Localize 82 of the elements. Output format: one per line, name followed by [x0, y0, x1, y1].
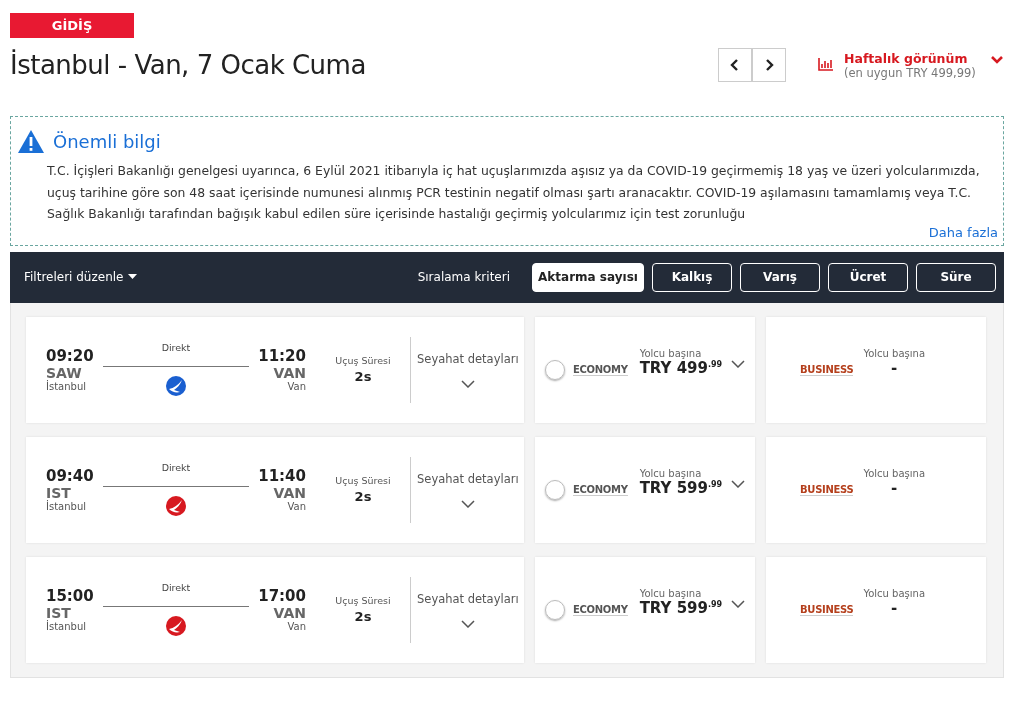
departure-city: İstanbul [46, 501, 87, 512]
arrival-code: VAN [273, 485, 306, 501]
per-passenger-label: Yolcu başına [639, 348, 703, 359]
chevron-down-icon[interactable] [731, 599, 745, 608]
economy-label: ECONOMY [573, 363, 628, 376]
fare-price: - [891, 479, 898, 497]
sort-tab[interactable]: Aktarma sayısı [532, 262, 644, 292]
departure-time: 15:00 [46, 587, 95, 605]
previous-button[interactable] [718, 48, 752, 82]
business-label: BUSINESS [800, 603, 854, 616]
weekly-view-toggle[interactable]: Haftalık görünüm [844, 50, 990, 66]
chevron-down-icon [460, 379, 475, 388]
per-passenger-label: Yolcu başına [639, 468, 703, 479]
sort-tab[interactable]: Ücret [828, 262, 908, 292]
travel-details-toggle[interactable]: Seyahat detayları [417, 351, 519, 388]
departure-code: IST [46, 485, 71, 501]
arrival-city: Van [287, 621, 306, 632]
arrival-time: 17:00 [258, 587, 306, 605]
departure-time: 09:40 [46, 467, 95, 485]
cheapest-price-note: (en uygun TRY 499,99) [844, 65, 977, 80]
chevron-down-icon[interactable] [990, 54, 1004, 65]
business-label: BUSINESS [800, 363, 854, 376]
notice-text: T.C. İçişleri Bakanlığı genelgesi uyarınca, 6 Eylül 2021 itibarıyla iç hat uçuşlarımızda aşısız ya da COVID-19 geçirmemiş 18 yaş ve üzeri yolcularımızda, uçuş tarihine göre son 48 saat içerisinde numunesi alınmış PCR testinin negatif olması şartı aranacaktır. COVID-19 aşılamasını tamamlamış veya T.C. Sağlık Bakanlığı tarafından bağışık kabul edilen süre içerisinde hastalığı geçirmiş yolcularımız için test zorunluğu [47, 162, 981, 223]
direction-badge: GİDİŞ [10, 13, 134, 38]
duration-label: Uçuş Süresi [335, 355, 391, 366]
arrival-city: Van [287, 381, 306, 392]
travel-details-toggle[interactable]: Seyahat detayları [417, 471, 519, 508]
business-fare-card[interactable]: BUSINESS Yolcu başına - [766, 556, 986, 663]
per-passenger-label: Yolcu başına [863, 348, 926, 359]
chevron-down-icon[interactable] [731, 479, 745, 488]
departure-time: 09:20 [46, 347, 95, 365]
chevron-down-icon [460, 499, 475, 508]
departure-city: İstanbul [46, 381, 87, 392]
fare-price: TRY 599$^{.99}$ [639, 599, 723, 617]
business-label: BUSINESS [800, 483, 854, 496]
arrival-time: 11:20 [258, 347, 306, 365]
fare-price: TRY 499$^{.99}$ [639, 359, 723, 377]
duration-value: 2s [354, 609, 372, 624]
economy-label: ECONOMY [573, 603, 628, 616]
bar-chart-icon [818, 56, 834, 71]
sort-tab[interactable]: Süre [916, 262, 996, 292]
per-passenger-label: Yolcu başına [863, 588, 926, 599]
departure-code: SAW [46, 365, 82, 381]
arrival-code: VAN [273, 365, 306, 381]
chevron-down-icon [460, 619, 475, 628]
fare-price: - [891, 599, 898, 617]
page-title: İstanbul - Van, 7 Ocak Cuma [10, 50, 367, 80]
per-passenger-label: Yolcu başına [639, 588, 703, 599]
economy-fare-card[interactable]: ECONOMY Yolcu başına TRY 599$^{.99}$ [535, 436, 755, 543]
business-fare-card[interactable]: BUSINESS Yolcu başına - [766, 436, 986, 543]
duration-value: 2s [354, 489, 372, 504]
warning-icon [17, 129, 45, 154]
fare-price: - [891, 359, 898, 377]
travel-details-toggle[interactable]: Seyahat detayları [417, 591, 519, 628]
departure-city: İstanbul [46, 621, 87, 632]
fare-price: TRY 599$^{.99}$ [639, 479, 723, 497]
chevron-down-icon[interactable] [731, 359, 745, 368]
duration-label: Uçuş Süresi [335, 475, 391, 486]
sort-label: Sıralama kriteri [417, 270, 510, 284]
business-fare-card[interactable]: BUSINESS Yolcu başına - [766, 316, 986, 423]
per-passenger-label: Yolcu başına [863, 468, 926, 479]
economy-fare-card[interactable]: ECONOMY Yolcu başına TRY 499$^{.99}$ [535, 316, 755, 423]
economy-label: ECONOMY [573, 483, 628, 496]
duration-label: Uçuş Süresi [335, 595, 391, 606]
sort-tab[interactable]: Kalkış [652, 262, 732, 292]
more-link[interactable]: Daha fazla [928, 224, 998, 240]
arrival-city: Van [287, 501, 306, 512]
sort-tab[interactable]: Varış [740, 262, 820, 292]
caret-icon [128, 274, 138, 280]
chevron-right-icon [764, 58, 774, 72]
edit-filters-dropdown[interactable]: Filtreleri düzenle [24, 270, 138, 284]
departure-code: IST [46, 605, 71, 621]
duration-value: 2s [354, 369, 372, 384]
notice-title: Önemli bilgi [53, 131, 161, 152]
stops-label: Direkt [161, 342, 191, 353]
arrival-code: VAN [273, 605, 306, 621]
chevron-left-icon [730, 58, 740, 72]
stops-label: Direkt [161, 462, 191, 473]
arrival-time: 11:40 [258, 467, 306, 485]
stops-label: Direkt [161, 582, 191, 593]
next-button[interactable] [752, 48, 786, 82]
economy-fare-card[interactable]: ECONOMY Yolcu başına TRY 599$^{.99}$ [535, 556, 755, 663]
